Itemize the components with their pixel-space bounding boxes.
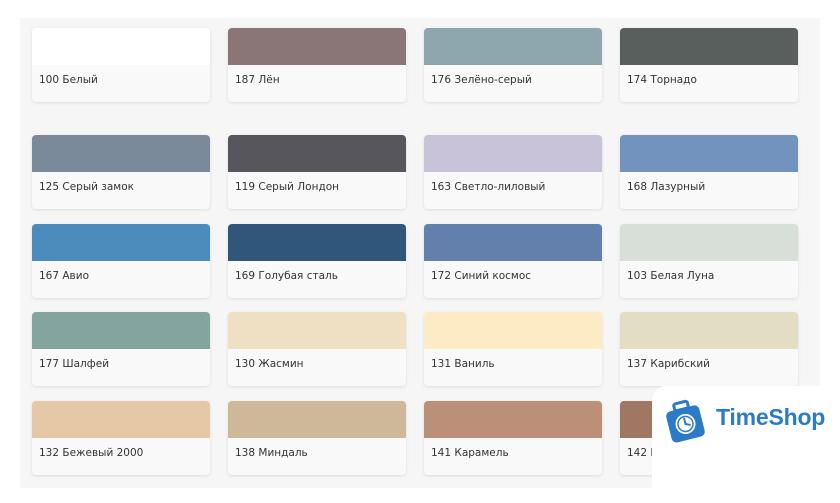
color-swatch (32, 401, 210, 438)
color-swatch-card[interactable]: 132 Бежевый 2000 (32, 401, 210, 475)
color-swatch (424, 401, 602, 438)
color-swatch (228, 401, 406, 438)
color-swatch-label: 130 Жасмин (235, 358, 304, 370)
color-swatch (424, 312, 602, 349)
color-swatch-label: 174 Торнадо (627, 74, 697, 86)
color-swatch (424, 28, 602, 65)
timeshop-watermark: TimeShop (652, 386, 840, 503)
color-swatch (228, 135, 406, 172)
color-swatch (228, 312, 406, 349)
color-swatch-label: 168 Лазурный (627, 181, 706, 193)
color-swatch-card[interactable]: 130 Жасмин (228, 312, 406, 386)
color-swatch (32, 28, 210, 65)
color-swatch-label: 103 Белая Луна (627, 270, 715, 282)
color-swatch-label: 132 Бежевый 2000 (39, 447, 144, 459)
color-swatch-label: 125 Серый замок (39, 181, 134, 193)
color-swatch-card[interactable]: 119 Серый Лондон (228, 135, 406, 209)
color-swatch-card[interactable]: 174 Торнадо (620, 28, 798, 102)
color-swatch (424, 224, 602, 261)
color-swatch-card[interactable]: 131 Ваниль (424, 312, 602, 386)
color-swatch-card[interactable]: 167 Авио (32, 224, 210, 298)
page: 100 Белый 187 Лён 176 Зелёно-серый 174 Торн… (0, 0, 840, 503)
color-swatch-label: 167 Авио (39, 270, 89, 282)
color-swatch-label: 176 Зелёно-серый (431, 74, 532, 86)
color-swatch (32, 312, 210, 349)
color-swatch-card[interactable]: 176 Зелёно-серый (424, 28, 602, 102)
color-swatch-card[interactable]: 141 Карамель (424, 401, 602, 475)
color-swatch-card[interactable]: 169 Голубая сталь (228, 224, 406, 298)
color-swatch-label: 137 Карибский (627, 358, 710, 370)
color-swatch (32, 224, 210, 261)
color-swatch (424, 135, 602, 172)
color-swatch-label: 119 Серый Лондон (235, 181, 340, 193)
color-swatch-card[interactable]: 168 Лазурный (620, 135, 798, 209)
color-swatch-label: 172 Синий космос (431, 270, 532, 282)
suitcase-clock-icon (666, 399, 705, 443)
color-swatch (228, 224, 406, 261)
color-swatch-card[interactable]: 103 Белая Луна (620, 224, 798, 298)
color-swatch-label: 163 Светло-лиловый (431, 181, 546, 193)
color-swatch-label: 100 Белый (39, 74, 98, 86)
color-swatch-label: 131 Ваниль (431, 358, 495, 370)
color-swatch (32, 135, 210, 172)
color-swatch-label: 187 Лён (235, 74, 280, 86)
color-swatch-card[interactable]: 172 Синий космос (424, 224, 602, 298)
color-swatch (620, 28, 798, 65)
color-swatch (620, 312, 798, 349)
color-swatch-label: 177 Шалфей (39, 358, 110, 370)
color-swatch-card[interactable]: 163 Светло-лиловый (424, 135, 602, 209)
color-swatch-card[interactable]: 187 Лён (228, 28, 406, 102)
color-swatch (228, 28, 406, 65)
color-swatch-label: 138 Миндаль (235, 447, 308, 459)
color-swatch-label: 141 Карамель (431, 447, 509, 459)
color-swatch (620, 224, 798, 261)
color-swatch-label: 169 Голубая сталь (235, 270, 338, 282)
color-swatch-card[interactable]: 100 Белый (32, 28, 210, 102)
timeshop-brand-name: TimeShop (716, 404, 826, 430)
color-swatch-card[interactable]: 125 Серый замок (32, 135, 210, 209)
color-swatch-card[interactable]: 137 Карибский (620, 312, 798, 386)
color-swatch-card[interactable]: 138 Миндаль (228, 401, 406, 475)
color-swatch (620, 135, 798, 172)
color-swatch-card[interactable]: 177 Шалфей (32, 312, 210, 386)
